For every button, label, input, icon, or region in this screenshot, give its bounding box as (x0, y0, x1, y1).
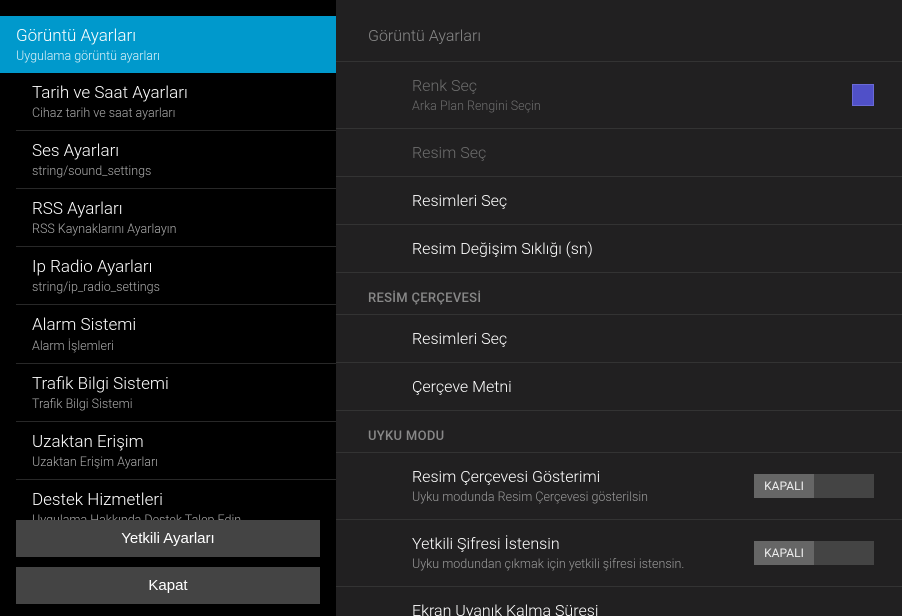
sidebar-item-remote[interactable]: Uzaktan Erişim Uzaktan Erişim Ayarları (16, 422, 336, 480)
row-image-pick[interactable]: Resim Seç (336, 129, 902, 177)
sidebar-item-subtitle: Uygulama Hakkında Destek Talep Edin (32, 513, 320, 520)
main-header: Görüntü Ayarları (336, 0, 902, 62)
row-title: Resimleri Seç (412, 329, 874, 348)
sidebar-item-subtitle: RSS Kaynaklarını Ayarlayın (32, 222, 320, 237)
sidebar-item-subtitle: string/sound_settings (32, 164, 320, 179)
sidebar-item-display[interactable]: Görüntü Ayarları Uygulama görüntü ayarla… (0, 16, 336, 73)
sidebar-item-subtitle: Uygulama görüntü ayarları (16, 49, 320, 64)
row-sleep-password[interactable]: Yetkili Şifresi İstensin Uyku modundan ç… (336, 520, 902, 587)
sidebar-item-subtitle: Cihaz tarih ve saat ayarları (32, 106, 320, 121)
sidebar-item-traffic[interactable]: Trafik Bilgi Sistemi Trafik Bilgi Sistem… (16, 364, 336, 422)
row-color-pick[interactable]: Renk Seç Arka Plan Rengini Seçin (336, 62, 902, 129)
row-frame-text[interactable]: Çerçeve Metni (336, 363, 902, 411)
sidebar-item-title: Ip Radio Ayarları (32, 256, 320, 278)
sidebar-item-subtitle: string/ip_radio_settings (32, 280, 320, 295)
toggle-knob: KAPALI (754, 541, 814, 565)
sidebar-item-support[interactable]: Destek Hizmetleri Uygulama Hakkında Dest… (16, 480, 336, 520)
sidebar-item-subtitle: Alarm İşlemleri (32, 339, 320, 354)
sidebar-items: Görüntü Ayarları Uygulama görüntü ayarla… (0, 0, 336, 520)
row-title: Çerçeve Metni (412, 377, 874, 396)
sidebar-item-title: RSS Ayarları (32, 198, 320, 220)
row-text: Resimleri Seç (412, 329, 874, 348)
toggle-sleep-password[interactable]: KAPALI (754, 541, 874, 565)
sidebar-item-rss[interactable]: RSS Ayarları RSS Kaynaklarını Ayarlayın (16, 189, 336, 247)
row-text: Ekran Uyanık Kalma Süresi Dokunulmadığın… (412, 601, 874, 616)
row-subtitle: Uyku modunda Resim Çerçevesi gösterilsin (412, 490, 754, 505)
row-sleep-frame-display[interactable]: Resim Çerçevesi Gösterimi Uyku modunda R… (336, 453, 902, 520)
sidebar-item-title: Trafik Bilgi Sistemi (32, 373, 320, 395)
toggle-sleep-frame[interactable]: KAPALI (754, 474, 874, 498)
row-text: Resim Değişim Sıklığı (sn) (412, 239, 874, 258)
row-subtitle: Uyku modundan çıkmak için yetkili şifres… (412, 557, 754, 572)
row-title: Resim Çerçevesi Gösterimi (412, 467, 754, 486)
sidebar-item-title: Tarih ve Saat Ayarları (32, 82, 320, 104)
sidebar-item-subtitle: Uzaktan Erişim Ayarları (32, 455, 320, 470)
row-sleep-wake-duration[interactable]: Ekran Uyanık Kalma Süresi Dokunulmadığın… (336, 587, 902, 616)
main-panel: Görüntü Ayarları Renk Seç Arka Plan Reng… (336, 0, 902, 616)
sidebar-item-subtitle: Trafik Bilgi Sistemi (32, 397, 320, 412)
close-button[interactable]: Kapat (16, 567, 320, 604)
sidebar-item-sound[interactable]: Ses Ayarları string/sound_settings (16, 131, 336, 189)
sidebar: Görüntü Ayarları Uygulama görüntü ayarla… (0, 0, 336, 616)
row-subtitle: Arka Plan Rengini Seçin (412, 99, 852, 114)
sidebar-buttons: Yetkili Ayarları Kapat (0, 520, 336, 616)
row-title: Resim Değişim Sıklığı (sn) (412, 239, 874, 258)
row-title: Yetkili Şifresi İstensin (412, 534, 754, 553)
row-title: Renk Seç (412, 76, 852, 95)
row-text: Resim Seç (412, 143, 874, 162)
sidebar-item-title: Alarm Sistemi (32, 314, 320, 336)
row-text: Resimleri Seç (412, 191, 874, 210)
toggle-knob: KAPALI (754, 474, 814, 498)
sidebar-item-alarm[interactable]: Alarm Sistemi Alarm İşlemleri (16, 305, 336, 363)
sidebar-item-title: Destek Hizmetleri (32, 489, 320, 511)
sidebar-item-title: Görüntü Ayarları (16, 25, 320, 47)
color-swatch (852, 84, 874, 106)
row-text: Renk Seç Arka Plan Rengini Seçin (412, 76, 852, 114)
admin-settings-button[interactable]: Yetkili Ayarları (16, 520, 320, 557)
row-title: Resim Seç (412, 143, 874, 162)
row-text: Yetkili Şifresi İstensin Uyku modundan ç… (412, 534, 754, 572)
row-frame-select-images[interactable]: Resimleri Seç (336, 315, 902, 363)
section-header-sleep: UYKU MODU (336, 411, 902, 453)
row-text: Resim Çerçevesi Gösterimi Uyku modunda R… (412, 467, 754, 505)
row-change-frequency[interactable]: Resim Değişim Sıklığı (sn) (336, 225, 902, 273)
row-title: Ekran Uyanık Kalma Süresi (412, 601, 874, 616)
row-select-images[interactable]: Resimleri Seç (336, 177, 902, 225)
row-title: Resimleri Seç (412, 191, 874, 210)
sidebar-item-datetime[interactable]: Tarih ve Saat Ayarları Cihaz tarih ve sa… (16, 73, 336, 131)
sidebar-item-ipradio[interactable]: Ip Radio Ayarları string/ip_radio_settin… (16, 247, 336, 305)
sidebar-item-title: Uzaktan Erişim (32, 431, 320, 453)
section-header-frame: RESİM ÇERÇEVESİ (336, 273, 902, 315)
row-text: Çerçeve Metni (412, 377, 874, 396)
sidebar-item-title: Ses Ayarları (32, 140, 320, 162)
